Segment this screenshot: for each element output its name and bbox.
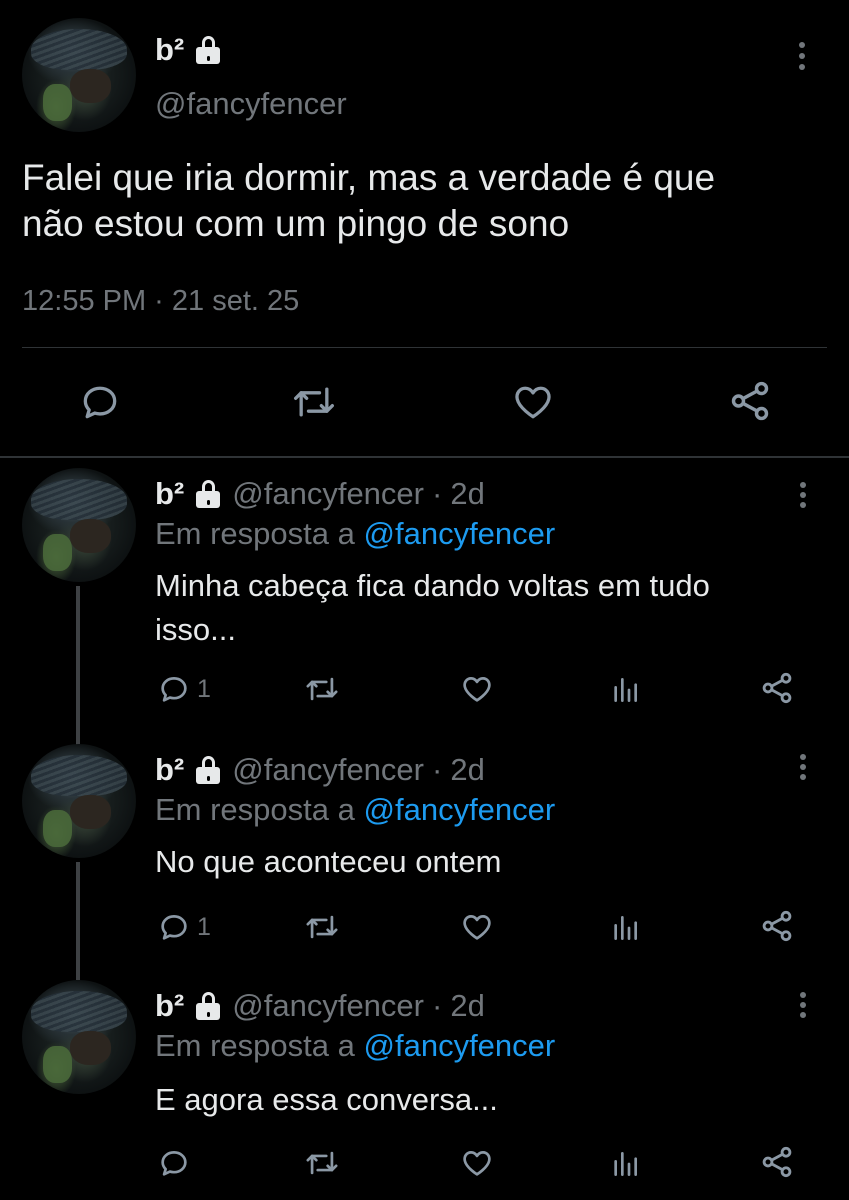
timestamp[interactable]: 12:55 PM · 21 set. 25 [22,285,299,318]
relative-time[interactable]: 2d [450,988,484,1024]
avatar[interactable] [22,18,136,132]
reply-button[interactable] [78,380,122,424]
tweet-text-line: Minha cabeça fica dando voltas em tudo [155,568,710,603]
avatar[interactable] [22,980,136,1094]
retweet-icon [306,1151,338,1175]
retweet-icon [306,677,338,701]
separator: · [432,476,443,511]
retweet-button[interactable] [303,672,341,706]
display-name[interactable]: b² [155,988,184,1024]
reply-context: Em resposta a @fancyfencer [155,516,555,552]
handle[interactable]: @fancyfencer [232,752,424,788]
reply-to-label: Em resposta a [155,1028,355,1063]
reply-button[interactable]: 1 [157,672,211,706]
reply-icon [161,915,187,940]
retweet-button[interactable] [303,910,341,944]
retweet-button[interactable] [290,380,338,424]
avatar[interactable] [22,744,136,858]
display-name[interactable]: b² [155,752,184,788]
author-name-row: b² @fancyfencer · 2d [155,986,485,1026]
main-tweet: b² @fancyfencer Falei que iria dormir, m… [0,0,849,458]
avatar[interactable] [22,468,136,582]
display-name[interactable]: b² [155,32,184,68]
author-name-row: b² @fancyfencer · 2d [155,474,485,514]
like-icon [463,677,491,702]
reply-count: 1 [197,674,211,703]
share-icon [762,910,792,942]
retweet-button[interactable] [303,1146,341,1180]
reply-to-label: Em resposta a [155,792,355,827]
separator: · [432,752,443,787]
mention-link[interactable]: @fancyfencer [364,792,556,827]
relative-time[interactable]: 2d [450,752,484,788]
reply-button[interactable] [157,1146,197,1180]
like-icon [463,1151,491,1176]
reply-icon [83,386,117,419]
reply-context: Em resposta a @fancyfencer [155,792,555,828]
reply-button[interactable]: 1 [157,910,211,944]
views-icon [614,916,637,940]
more-icon[interactable] [797,482,809,508]
more-icon[interactable] [797,992,809,1018]
more-icon[interactable] [797,754,809,780]
like-button[interactable] [459,1146,495,1180]
tweet-text-line: E agora essa conversa... [155,1082,498,1117]
share-button[interactable] [759,1144,795,1180]
divider [22,347,827,348]
reply-context: Em resposta a @fancyfencer [155,1028,555,1064]
reply-tweet[interactable]: b² @fancyfencer · 2d Em resposta a @fanc… [0,734,849,972]
author-name-row: b² [155,30,221,70]
reply-count: 1 [197,912,211,941]
tweet-text: Minha cabeça fica dando voltas em tudo i… [155,564,710,652]
views-button[interactable] [609,912,641,944]
views-button[interactable] [609,1148,641,1180]
like-icon [463,915,491,940]
mention-link[interactable]: @fancyfencer [364,516,556,551]
share-icon [762,1146,792,1178]
share-icon [762,672,792,704]
views-icon [614,1152,637,1176]
like-icon [515,386,551,419]
mention-link[interactable]: @fancyfencer [364,1028,556,1063]
retweet-icon [306,915,338,939]
share-button[interactable] [759,908,795,944]
reply-icon [161,677,187,702]
tweet-text-line: No que aconteceu ontem [155,844,502,879]
share-button[interactable] [727,378,773,424]
like-button[interactable] [459,672,495,706]
tweet-text: No que aconteceu ontem [155,840,501,884]
relative-time[interactable]: 2d [450,476,484,512]
tweet-text-line: isso... [155,612,236,647]
share-icon [731,381,769,421]
handle[interactable]: @fancyfencer [232,988,424,1024]
lock-icon [196,992,221,1020]
share-button[interactable] [759,670,795,706]
tweet-text: Falei que iria dormir, mas a verdade é q… [22,155,715,247]
views-icon [614,678,637,702]
lock-icon [196,480,221,508]
lock-icon [196,36,221,64]
reply-tweet[interactable]: b² @fancyfencer · 2d Em resposta a @fanc… [0,972,849,1200]
like-button[interactable] [510,380,556,424]
views-button[interactable] [609,674,641,706]
tweet-text: E agora essa conversa... [155,1078,498,1122]
like-button[interactable] [459,910,495,944]
retweet-icon [294,387,334,417]
tweet-text-line: Falei que iria dormir, mas a verdade é q… [22,157,716,198]
handle[interactable]: @fancyfencer [155,86,347,122]
author-name-row: b² @fancyfencer · 2d [155,750,485,790]
more-icon[interactable] [796,42,808,70]
lock-icon [196,756,221,784]
tweet-text-line: não estou com um pingo de sono [22,203,570,244]
reply-icon [161,1151,187,1176]
reply-to-label: Em resposta a [155,516,355,551]
reply-tweet[interactable]: b² @fancyfencer · 2d Em resposta a @fanc… [0,458,849,734]
separator: · [432,988,443,1023]
display-name[interactable]: b² [155,476,184,512]
handle[interactable]: @fancyfencer [232,476,424,512]
